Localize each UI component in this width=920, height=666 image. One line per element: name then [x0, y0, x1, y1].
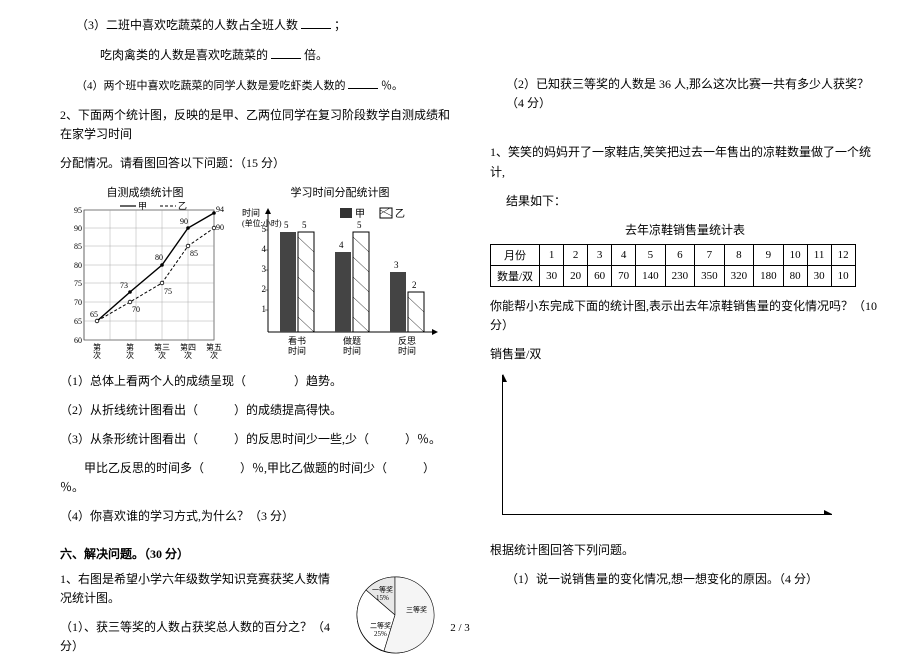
svg-text:时间: 时间 [242, 207, 260, 218]
pie-svg: 一等奖 15% 二等奖 25% 三等奖 [340, 570, 450, 660]
p1-b: 结果如下： [490, 192, 880, 211]
svg-text:5: 5 [357, 220, 362, 230]
bar-chart-svg: 时间 (单位:小时) 甲 乙 123 45 [240, 202, 440, 362]
blank [271, 45, 301, 59]
bar-chart-title: 学习时间分配统计图 [240, 184, 440, 200]
p1-a: 1、笑笑的妈妈开了一家鞋店,笑笑把过去一年售出的凉鞋数量做了一个统计, [490, 143, 880, 181]
svg-text:70: 70 [132, 305, 140, 314]
svg-text:次: 次 [126, 350, 134, 360]
sub-q3: （3）从条形统计图看出（ ）的反思时间少一些,少（ ）％。 [60, 430, 450, 449]
svg-text:2: 2 [262, 284, 267, 294]
p2-intro-a: 2、下面两个统计图，反映的是甲、乙两位同学在复习阶段数学自测成绩和在家学习时间 [60, 106, 450, 144]
pie-chart: 一等奖 15% 二等奖 25% 三等奖 [340, 570, 450, 660]
row2-head: 数量/双 [491, 265, 540, 286]
svg-text:65: 65 [74, 317, 82, 326]
q3b-tail: 倍。 [304, 48, 328, 62]
svg-text:90: 90 [74, 224, 82, 233]
svg-text:5: 5 [284, 220, 289, 230]
svg-text:80: 80 [74, 261, 82, 270]
q4-text: （4）两个班中喜欢吃蔬菜的同学人数是爱吃虾类人数的 [76, 80, 346, 92]
table-row: 月份 1 2 3 4 5 6 7 8 9 10 11 12 [491, 244, 856, 265]
axis-arrows-svg [502, 374, 832, 514]
line-chart-title: 自测成绩统计图 [60, 184, 230, 200]
svg-text:次: 次 [210, 350, 218, 360]
svg-text:85: 85 [74, 242, 82, 251]
charts-row: 自测成绩统计图 60 65 70 75 80 85 90 95 [60, 184, 450, 366]
svg-text:85: 85 [190, 249, 198, 258]
svg-text:65: 65 [90, 310, 98, 319]
svg-text:95: 95 [74, 206, 82, 215]
svg-text:次: 次 [184, 350, 192, 360]
svg-text:二等奖: 二等奖 [370, 621, 391, 630]
svg-text:3: 3 [262, 264, 267, 274]
left-column: （3）二班中喜欢吃蔬菜的人数占全班人数 ； 吃肉禽类的人数是喜欢吃蔬菜的 倍。 … [60, 15, 470, 623]
legend-jia: 甲 [138, 202, 147, 211]
svg-text:做题: 做题 [343, 335, 361, 346]
q3a-tail: ； [334, 18, 346, 32]
svg-text:73: 73 [120, 281, 128, 290]
svg-text:看书: 看书 [288, 335, 306, 346]
p2-intro-b: 分配情况。请看图回答以下问题：（15 分） [60, 154, 450, 173]
svg-text:甲: 甲 [355, 209, 365, 220]
svg-text:70: 70 [74, 298, 82, 307]
q3a-line: （3）二班中喜欢吃蔬菜的人数占全班人数 ； [60, 15, 450, 35]
svg-text:乙: 乙 [395, 208, 405, 220]
sub-q1: （1）总体上看两个人的成绩呈现（ ）趋势。 [60, 372, 450, 391]
bar-chart-block: 学习时间分配统计图 时间 (单位:小时) 甲 乙 123 45 [240, 184, 440, 366]
blank [301, 15, 331, 29]
right-column: （2）已知获三等奖的人数是 36 人,那么这次比赛一共有多少人获奖？（4 分） … [470, 15, 880, 623]
svg-text:94: 94 [216, 205, 224, 214]
svg-text:次: 次 [93, 350, 101, 360]
pie-question: 一等奖 15% 二等奖 25% 三等奖 1、右图是希望小学六年级数学知识竞赛获奖… [60, 570, 450, 666]
svg-text:3: 3 [394, 260, 399, 270]
q4-line: （4）两个班中喜欢吃蔬菜的同学人数是爱吃虾类人数的 ％。 [60, 75, 450, 96]
p1-c: 你能帮小东完成下面的统计图,表示出去年凉鞋销售量的变化情况吗？（10 分） [490, 297, 880, 335]
svg-text:次: 次 [158, 350, 166, 360]
svg-text:时间: 时间 [288, 345, 306, 356]
page-number: 2 / 3 [450, 622, 470, 634]
svg-text:80: 80 [155, 253, 163, 262]
svg-text:一等奖: 一等奖 [372, 585, 393, 594]
svg-text:75: 75 [164, 287, 172, 296]
below-title: 根据统计图回答下列问题。 [490, 541, 880, 560]
svg-text:4: 4 [262, 244, 267, 254]
svg-text:90: 90 [180, 217, 188, 226]
table-title: 去年凉鞋销售量统计表 [490, 221, 880, 238]
sub-q4: （4）你喜欢谁的学习方式,为什么？（3 分） [60, 507, 450, 526]
svg-text:时间: 时间 [398, 345, 416, 356]
row-head: 月份 [491, 244, 540, 265]
q3a-text: （3）二班中喜欢吃蔬菜的人数占全班人数 [76, 18, 298, 32]
below-q1: （1）说一说销售量的变化情况,想一想变化的原因。（4 分） [490, 570, 880, 589]
sub-q2: （2）从折线统计图看出（ ）的成绩提高得快。 [60, 401, 450, 420]
q3b-pre: 吃肉禽类的人数是喜欢吃蔬菜的 [100, 48, 268, 62]
svg-text:5: 5 [302, 220, 307, 230]
svg-text:90: 90 [216, 223, 224, 232]
line-chart-block: 自测成绩统计图 60 65 70 75 80 85 90 95 [60, 184, 230, 366]
svg-text:反思: 反思 [398, 336, 416, 346]
svg-text:25%: 25% [374, 630, 387, 638]
svg-text:2: 2 [412, 280, 417, 290]
axis-y-label: 销售量/双 [490, 345, 880, 364]
svg-text:15%: 15% [376, 594, 389, 602]
svg-text:1: 1 [262, 304, 267, 314]
p6-1-q2: （2）已知获三等奖的人数是 36 人,那么这次比赛一共有多少人获奖？（4 分） [490, 75, 880, 113]
sub-q3b: 甲比乙反思的时间多（ ）％,甲比乙做题的时间少（ ）％。 [60, 459, 450, 497]
svg-text:75: 75 [74, 279, 82, 288]
svg-text:60: 60 [74, 336, 82, 345]
q3b-line: 吃肉禽类的人数是喜欢吃蔬菜的 倍。 [60, 45, 450, 65]
section-6-title: 六、解决问题。（30 分） [60, 545, 450, 562]
blank [348, 75, 378, 89]
svg-text:三等奖: 三等奖 [406, 605, 427, 614]
svg-text:5: 5 [262, 224, 267, 234]
line-chart-svg: 60 65 70 75 80 85 90 95 甲 乙 [60, 202, 230, 362]
table-row: 数量/双 30 20 60 70 140 230 350 320 180 80 … [491, 265, 856, 286]
legend-yi: 乙 [178, 202, 187, 211]
q4-tail: ％。 [381, 80, 403, 92]
sandal-table: 月份 1 2 3 4 5 6 7 8 9 10 11 12 数量/双 30 20… [490, 244, 856, 287]
svg-text:4: 4 [339, 240, 344, 250]
empty-axis [502, 375, 832, 515]
svg-text:时间: 时间 [343, 345, 361, 356]
